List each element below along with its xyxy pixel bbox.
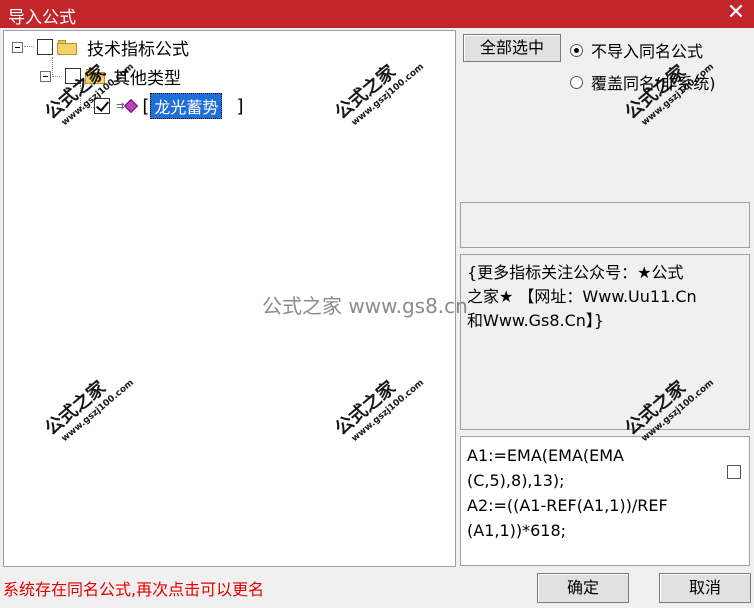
- radio-overwrite-indicator[interactable]: [570, 75, 583, 89]
- folder-icon: [57, 39, 77, 55]
- formula-code-panel[interactable]: A1:=EMA(EMA(EMA (C,5),8),13); A2:=((A1-R…: [460, 436, 750, 566]
- collapse-icon[interactable]: [12, 41, 23, 53]
- code-line: A2:=((A1-REF(A1,1))/REF: [467, 496, 668, 515]
- radio-skip-indicator[interactable]: [570, 43, 583, 57]
- collapse-icon[interactable]: [40, 70, 51, 82]
- info-line: {更多指标关注公众号：★公式: [467, 263, 684, 282]
- title-bar: 导入公式 ✕: [0, 0, 754, 28]
- info-line: 之家★ 【网址：Www.Uu11.Cn: [467, 287, 697, 306]
- status-message: 系统存在同名公式,再次点击可以更名: [3, 580, 265, 599]
- code-line: (A1,1))*618;: [467, 521, 567, 540]
- code-checkbox[interactable]: [727, 465, 741, 479]
- select-all-button[interactable]: 全部选中: [463, 34, 561, 62]
- info-line: 和Www.Gs8.Cn】}: [467, 311, 605, 330]
- window-title: 导入公式: [8, 8, 76, 28]
- code-line: A1:=EMA(EMA(EMA: [467, 446, 624, 465]
- root-checkbox[interactable]: [37, 39, 53, 55]
- tree-node-item-label[interactable]: 龙光蓄势: [150, 93, 223, 119]
- ok-button[interactable]: 确定: [537, 573, 629, 603]
- code-line: (C,5),8),13);: [467, 471, 565, 490]
- watermark-center: 公式之家 www.gs8.cn: [262, 294, 468, 318]
- description-box: [460, 202, 750, 248]
- close-icon[interactable]: ✕: [724, 0, 748, 26]
- cancel-button[interactable]: 取消: [659, 573, 751, 603]
